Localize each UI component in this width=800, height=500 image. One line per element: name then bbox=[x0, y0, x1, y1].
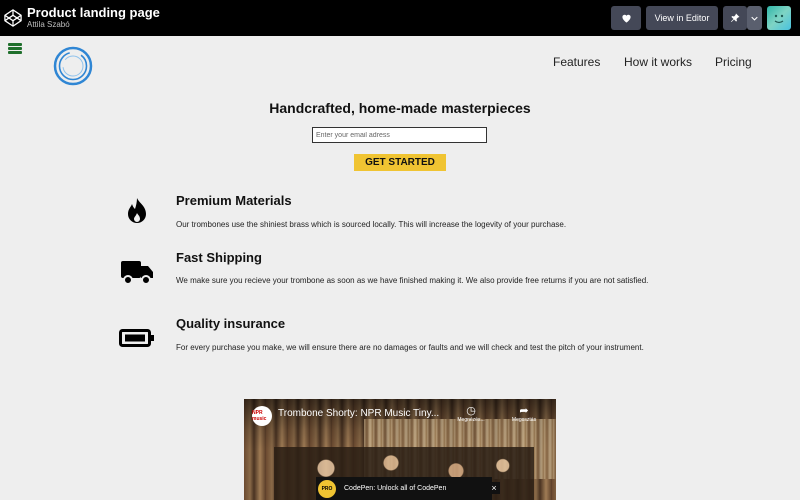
brand-logo bbox=[53, 46, 93, 86]
pin-button[interactable] bbox=[723, 6, 747, 30]
pin-icon bbox=[731, 13, 740, 22]
like-button[interactable] bbox=[611, 6, 641, 30]
pro-badge: PRO bbox=[318, 479, 336, 498]
codepen-pro-banner[interactable]: PRO CodePen: Unlock all of CodePen × bbox=[316, 477, 500, 500]
share-arrow-icon: ➦ bbox=[519, 405, 529, 417]
feature-title: Premium Materials bbox=[176, 193, 292, 208]
feature-title: Quality insurance bbox=[176, 316, 286, 331]
close-icon[interactable]: × bbox=[488, 482, 500, 494]
view-in-editor-button[interactable]: View in Editor bbox=[646, 6, 718, 30]
battery-icon bbox=[118, 321, 156, 355]
channel-logo[interactable]: NPR music bbox=[252, 406, 272, 426]
nav-link-how-it-works[interactable]: How it works bbox=[624, 55, 692, 69]
watch-later-button[interactable]: ◷ Megnézés... bbox=[456, 404, 486, 423]
pen-title: Product landing page bbox=[27, 5, 160, 20]
share-label: Megosztás bbox=[511, 417, 537, 423]
fire-icon bbox=[118, 194, 156, 228]
pen-author[interactable]: Attila Szabó bbox=[27, 20, 70, 29]
feature-description: Our trombones use the shiniest brass whi… bbox=[176, 220, 567, 229]
smiley-face-icon bbox=[774, 14, 784, 24]
codepen-logo-icon[interactable] bbox=[4, 8, 22, 28]
share-button[interactable]: ➦ Megosztás bbox=[509, 404, 539, 423]
feature-title: Fast Shipping bbox=[176, 250, 262, 265]
watch-later-label: Megnézés... bbox=[457, 417, 485, 423]
chevron-down-icon bbox=[751, 16, 758, 21]
nav-link-pricing[interactable]: Pricing bbox=[715, 55, 752, 69]
pin-menu-button[interactable] bbox=[747, 6, 762, 30]
hero-title: Handcrafted, home-made masterpieces bbox=[269, 100, 531, 116]
feature-description: For every purchase you make, we will ens… bbox=[176, 343, 644, 352]
clock-icon: ◷ bbox=[466, 405, 476, 417]
video-title[interactable]: Trombone Shorty: NPR Music Tiny... bbox=[278, 408, 439, 419]
promo-text: CodePen: Unlock all of CodePen bbox=[344, 485, 447, 492]
get-started-button[interactable]: GET STARTED bbox=[354, 154, 446, 171]
video-player[interactable]: NPR music Trombone Shorty: NPR Music Tin… bbox=[244, 399, 556, 500]
heart-icon bbox=[621, 14, 631, 23]
email-input[interactable] bbox=[312, 127, 487, 143]
feature-description: We make sure you recieve your trombone a… bbox=[176, 276, 649, 285]
codepen-header: Product landing page Attila Szabó View i… bbox=[0, 0, 800, 36]
user-avatar[interactable] bbox=[767, 6, 791, 30]
nav-link-features[interactable]: Features bbox=[553, 55, 600, 69]
truck-icon bbox=[118, 255, 156, 289]
hamburger-menu-icon[interactable] bbox=[8, 43, 22, 54]
